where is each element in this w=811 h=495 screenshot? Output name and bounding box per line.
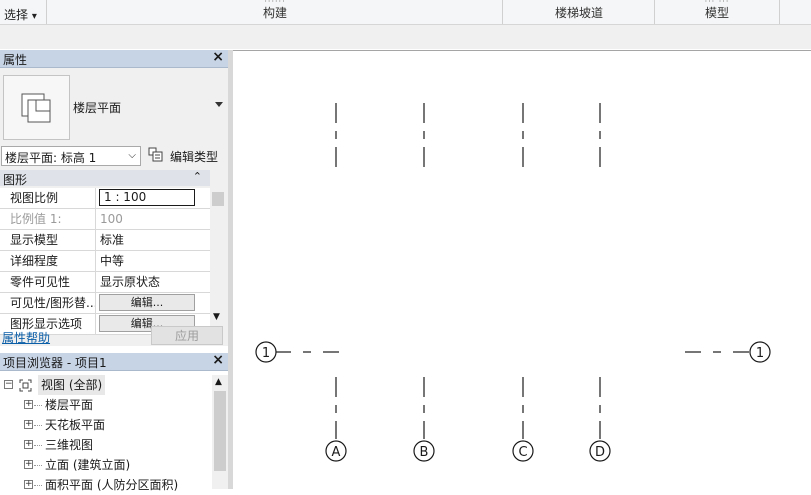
- vg-edit-button[interactable]: 编辑...: [99, 294, 195, 311]
- property-key: 比例值 1:: [0, 209, 96, 229]
- tree-connector: [34, 405, 42, 406]
- properties-scrollbar[interactable]: ▼: [210, 186, 226, 324]
- close-icon[interactable]: ×: [212, 352, 224, 368]
- property-row-vg-overrides: 可见性/图形替... 编辑...: [0, 293, 210, 314]
- ribbon-section-stairs-label: 楼梯坡道: [554, 6, 603, 20]
- drawing-canvas[interactable]: A B C D 1 1: [233, 50, 811, 490]
- view-scale-input[interactable]: 1 : 100: [99, 189, 195, 206]
- properties-help-link[interactable]: 属性帮助: [2, 329, 50, 346]
- options-bar: [0, 25, 811, 49]
- graphics-group-header[interactable]: 图形 ⌃: [0, 170, 210, 187]
- tree-connector: [34, 425, 42, 426]
- property-value[interactable]: 标准: [97, 230, 210, 250]
- edit-type-icon[interactable]: [148, 147, 164, 163]
- property-value[interactable]: 显示原状态: [97, 272, 210, 292]
- property-value[interactable]: 中等: [97, 251, 210, 271]
- ribbon-section-stairs[interactable]: 楼梯坡道: [502, 0, 655, 24]
- grid-label-D: D: [595, 445, 605, 460]
- expand-icon[interactable]: +: [24, 460, 33, 469]
- ribbon-section-model-label: 模型: [704, 6, 729, 20]
- property-value: 100: [100, 212, 123, 226]
- grid-label-A: A: [332, 445, 341, 460]
- view-instance-label: 楼层平面: 标高 1: [5, 151, 97, 165]
- tree-item-label: 三维视图: [45, 438, 94, 452]
- properties-header: 属性 ×: [0, 49, 228, 68]
- ribbon-section-build[interactable]: ······ 构建: [46, 0, 503, 24]
- ribbon-section-build-label: 构建: [262, 6, 287, 20]
- tree-connector: [34, 485, 42, 486]
- close-icon[interactable]: ×: [212, 49, 224, 65]
- edit-type-button[interactable]: 编辑类型: [170, 148, 218, 165]
- project-browser-title: 项目浏览器 - 项目1: [3, 356, 107, 370]
- expand-icon[interactable]: +: [24, 400, 33, 409]
- ribbon-panel-bar: 选择 ▾ ······ 构建 楼梯坡道 ··· ··· 模型: [0, 0, 811, 25]
- browser-scrollbar[interactable]: ▲: [212, 375, 228, 489]
- scrollbar-thumb[interactable]: [212, 192, 224, 206]
- views-icon: [19, 378, 32, 392]
- property-row-detail-level: 详细程度 中等: [0, 251, 210, 272]
- property-key: 可见性/图形替...: [0, 293, 96, 313]
- grid-label-C: C: [518, 445, 527, 460]
- grid-label-1: 1: [262, 346, 270, 361]
- select-dropdown[interactable]: 选择 ▾: [4, 6, 37, 23]
- view-instance-selector[interactable]: 楼层平面: 标高 1 ⌵: [1, 146, 141, 166]
- select-label: 选择: [4, 8, 29, 22]
- property-row-display-model: 显示模型 标准: [0, 230, 210, 251]
- chevron-down-icon: ⌵: [128, 150, 136, 161]
- tree-item-label: 面积平面 (人防分区面积): [45, 478, 179, 492]
- tree-connector: [34, 445, 42, 446]
- expand-icon[interactable]: +: [24, 480, 33, 489]
- scroll-up-icon[interactable]: ▲: [215, 377, 222, 387]
- property-row-scale-value: 比例值 1: 100: [0, 209, 210, 230]
- ribbon-section-model[interactable]: ··· ··· 模型: [654, 0, 780, 24]
- type-dropdown-caret-icon[interactable]: [215, 102, 223, 107]
- property-key: 详细程度: [0, 251, 96, 271]
- tree-root-label: 视图 (全部): [38, 375, 106, 395]
- tree-item-label: 天花板平面: [45, 418, 106, 432]
- expand-icon[interactable]: +: [24, 440, 33, 449]
- tree-connector: [34, 465, 42, 466]
- collapse-icon[interactable]: ⌃: [193, 170, 202, 183]
- properties-table: 视图比例 1 : 100 比例值 1: 100 显示模型 标准 详细程度 中等 …: [0, 188, 210, 335]
- tree-item-label: 楼层平面: [45, 398, 94, 412]
- tree-item-label: 立面 (建筑立面): [45, 458, 131, 472]
- grid-label-B: B: [420, 445, 429, 460]
- property-key: 显示模型: [0, 230, 96, 250]
- property-row-view-scale: 视图比例 1 : 100: [0, 188, 210, 209]
- apply-button[interactable]: 应用: [151, 326, 223, 345]
- grid-label-1: 1: [756, 346, 764, 361]
- expand-icon[interactable]: +: [24, 420, 33, 429]
- project-browser-header: 项目浏览器 - 项目1 ×: [0, 352, 228, 371]
- scroll-down-icon[interactable]: ▼: [213, 312, 220, 322]
- property-key: 零件可见性: [0, 272, 96, 292]
- grid-drawing: A B C D 1 1: [255, 103, 771, 462]
- floor-plan-type-icon: [3, 75, 70, 140]
- collapse-icon[interactable]: −: [4, 380, 13, 389]
- property-row-parts-visibility: 零件可见性 显示原状态: [0, 272, 210, 293]
- type-name: 楼层平面: [73, 101, 122, 115]
- scrollbar-thumb[interactable]: [214, 391, 226, 471]
- graphics-group-label: 图形: [3, 173, 28, 187]
- chevron-down-icon: ▾: [31, 11, 37, 22]
- properties-title: 属性: [3, 53, 28, 67]
- property-key: 视图比例: [0, 188, 96, 208]
